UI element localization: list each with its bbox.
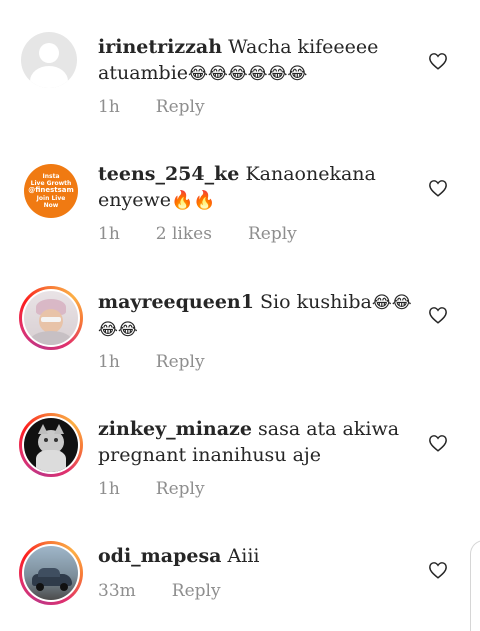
heart-outline-icon[interactable] [428, 52, 448, 70]
cat-avatar [24, 418, 78, 472]
avatar[interactable] [20, 31, 78, 89]
reply-button[interactable]: Reply [248, 224, 297, 244]
avatar[interactable]: Insta Live Growth @finestsam Join Live N… [23, 163, 79, 219]
comment-meta: 1h Reply [98, 97, 241, 117]
heart-outline-icon[interactable] [428, 306, 448, 324]
comment-username[interactable]: mayreequeen1 [98, 291, 254, 313]
heart-outline-icon[interactable] [428, 434, 448, 452]
reply-button[interactable]: Reply [156, 352, 205, 372]
comment-time: 1h [98, 479, 120, 499]
comment-username[interactable]: zinkey_minaze [98, 418, 252, 440]
comment-time: 1h [98, 352, 120, 372]
comment-time: 1h [98, 97, 120, 117]
reply-button[interactable]: Reply [156, 97, 205, 117]
car-avatar [24, 546, 78, 600]
comment-username[interactable]: irinetrizzah [98, 36, 222, 58]
comment-time: 33m [98, 581, 136, 601]
comment-emoji: 🔥🔥 [170, 190, 216, 211]
avatar[interactable] [19, 413, 83, 477]
comment-meta: 1h Reply [98, 479, 241, 499]
photo-avatar [24, 291, 78, 345]
comment-emoji: 😂😂😂😂😂😂 [188, 64, 308, 84]
comment-body: Aiii [227, 545, 260, 567]
comment-text: irinetrizzah Wacha kifeeeee atuambie😂😂😂😂… [98, 34, 420, 87]
comment-text: odi_mapesa Aiii [98, 543, 420, 569]
avatar[interactable] [19, 541, 83, 605]
scrollbar-edge[interactable] [470, 540, 480, 631]
comment-username[interactable]: teens_254_ke [98, 163, 239, 185]
heart-outline-icon[interactable] [428, 179, 448, 197]
reply-button[interactable]: Reply [172, 581, 221, 601]
reply-button[interactable]: Reply [156, 479, 205, 499]
comment-meta: 1h 2 likes Reply [98, 224, 333, 244]
comment-likes[interactable]: 2 likes [156, 224, 212, 244]
avatar[interactable] [19, 286, 83, 350]
heart-outline-icon[interactable] [428, 561, 448, 579]
comment-text: zinkey_minaze sasa ata akiwa pregnant in… [98, 416, 420, 468]
comment-text: mayreequeen1 Sio kushiba😂😂😂😂 [98, 289, 420, 343]
comment-meta: 1h Reply [98, 352, 241, 372]
default-avatar-icon [21, 32, 77, 88]
orange-badge-avatar: Insta Live Growth @finestsam Join Live N… [24, 164, 78, 218]
comment-body: Sio kushiba [260, 291, 372, 313]
comment-meta: 33m Reply [98, 581, 257, 601]
comment-username[interactable]: odi_mapesa [98, 545, 221, 567]
comment-time: 1h [98, 224, 120, 244]
comment-text: teens_254_ke Kanaonekana enyewe🔥🔥 [98, 161, 420, 214]
